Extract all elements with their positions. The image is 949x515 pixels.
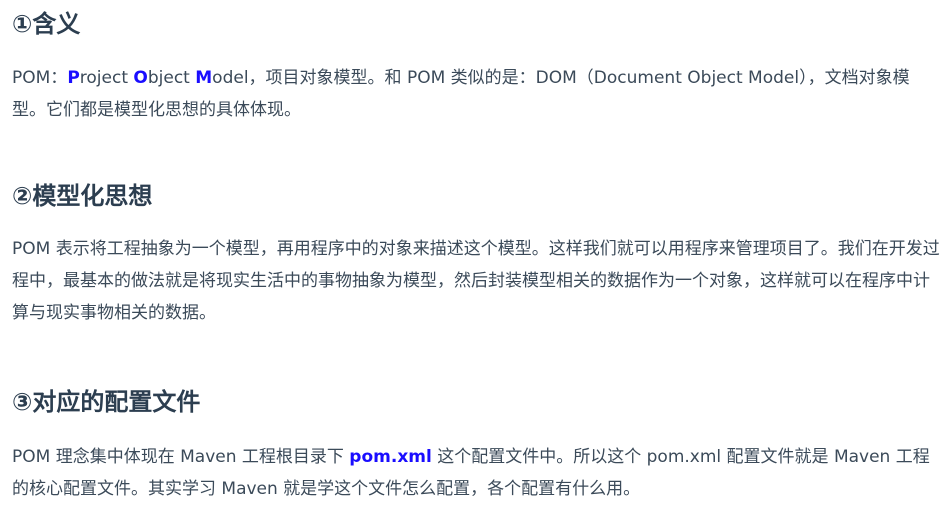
paragraph-modeling: POM 表示将工程抽象为一个模型，再用程序中的对象来描述这个模型。这样我们就可以… (12, 239, 940, 323)
text: POM 理念集中体现在 Maven 工程根目录下 (12, 447, 350, 467)
text: bject (147, 68, 196, 88)
text: POM： (12, 68, 68, 88)
highlight: M (195, 68, 213, 88)
pom-xml-highlight: pom.xml (349, 447, 432, 467)
heading-meaning: ①含义 (12, 10, 81, 38)
paragraph-meaning: POM：Project Object Model，项目对象模型。和 POM 类似… (12, 62, 942, 126)
paragraph-config-file: POM 理念集中体现在 Maven 工程根目录下 pom.xml 这个配置文件中… (12, 441, 942, 505)
heading-modeling: ②模型化思想 (12, 182, 153, 210)
text: roject (79, 68, 134, 88)
highlight: O (133, 68, 148, 88)
highlight: P (67, 68, 80, 88)
heading-config-file: ③对应的配置文件 (12, 388, 201, 416)
